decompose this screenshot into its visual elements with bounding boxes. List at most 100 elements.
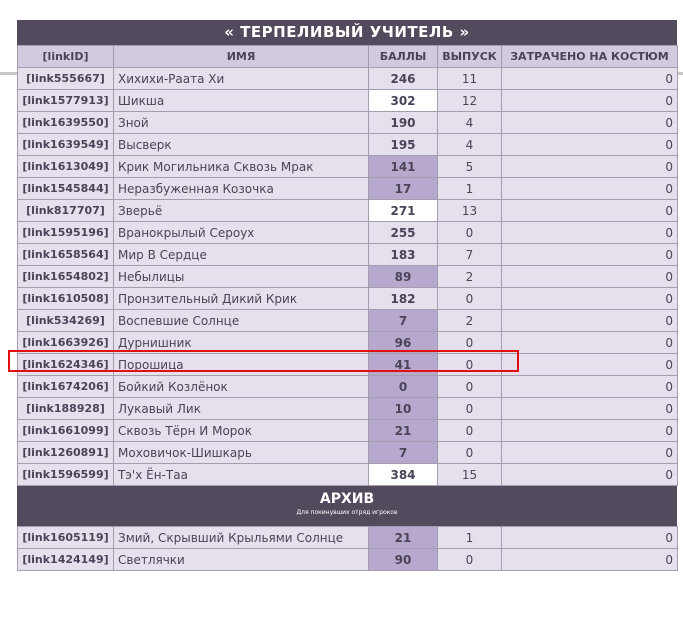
- cell-linkid[interactable]: [link1595196]: [17, 221, 114, 244]
- table-row[interactable]: [link1595196] Вранокрылый Сероух 255 0 0: [17, 221, 678, 244]
- cell-points[interactable]: 246: [368, 67, 438, 90]
- cell-release[interactable]: 0: [437, 397, 502, 420]
- cell-points[interactable]: 89: [368, 265, 438, 288]
- cell-release[interactable]: 4: [437, 133, 502, 156]
- cell-linkid[interactable]: [link1596599]: [17, 463, 114, 486]
- cell-cost[interactable]: 0: [501, 548, 678, 571]
- cell-name[interactable]: Зной: [113, 111, 369, 134]
- cell-name[interactable]: Хихихи-Раата Хи: [113, 67, 369, 90]
- cell-release[interactable]: 2: [437, 265, 502, 288]
- cell-linkid[interactable]: [link817707]: [17, 199, 114, 222]
- cell-release[interactable]: 7: [437, 243, 502, 266]
- cell-name[interactable]: Воспевшие Солнце: [113, 309, 369, 332]
- cell-release[interactable]: 0: [437, 221, 502, 244]
- table-row[interactable]: [link1596599] Тэ'х Ён-Таа 384 15 0: [17, 463, 678, 486]
- cell-release[interactable]: 0: [437, 287, 502, 310]
- cell-points[interactable]: 183: [368, 243, 438, 266]
- cell-cost[interactable]: 0: [501, 89, 678, 112]
- cell-name[interactable]: Бойкий Козлёнок: [113, 375, 369, 398]
- cell-linkid[interactable]: [link1674206]: [17, 375, 114, 398]
- table-row[interactable]: [link1674206] Бойкий Козлёнок 0 0 0: [17, 375, 678, 398]
- cell-linkid[interactable]: [link188928]: [17, 397, 114, 420]
- cell-name[interactable]: Сквозь Тёрн И Морок: [113, 419, 369, 442]
- cell-release[interactable]: 12: [437, 89, 502, 112]
- cell-linkid[interactable]: [link1639550]: [17, 111, 114, 134]
- cell-linkid[interactable]: [link1577913]: [17, 89, 114, 112]
- cell-points[interactable]: 255: [368, 221, 438, 244]
- cell-release[interactable]: 0: [437, 441, 502, 464]
- cell-name[interactable]: Мир В Сердце: [113, 243, 369, 266]
- cell-points[interactable]: 0: [368, 375, 438, 398]
- cell-cost[interactable]: 0: [501, 243, 678, 266]
- cell-linkid[interactable]: [link1658564]: [17, 243, 114, 266]
- cell-name[interactable]: Высверк: [113, 133, 369, 156]
- cell-release[interactable]: 1: [437, 177, 502, 200]
- cell-cost[interactable]: 0: [501, 309, 678, 332]
- cell-cost[interactable]: 0: [501, 265, 678, 288]
- cell-cost[interactable]: 0: [501, 133, 678, 156]
- cell-points[interactable]: 21: [368, 526, 438, 549]
- cell-points[interactable]: 195: [368, 133, 438, 156]
- cell-linkid[interactable]: [link1605119]: [17, 526, 114, 549]
- table-row[interactable]: [link1577913] Шикша 302 12 0: [17, 89, 678, 112]
- cell-linkid[interactable]: [link1639549]: [17, 133, 114, 156]
- cell-linkid[interactable]: [link534269]: [17, 309, 114, 332]
- table-row[interactable]: [link1613049] Крик Могильника Сквозь Мрак…: [17, 155, 678, 178]
- table-row[interactable]: [link188928] Лукавый Лик 10 0 0: [17, 397, 678, 420]
- table-row[interactable]: [link1605119] Змий, Скрывший Крыльями Сол…: [17, 526, 678, 549]
- cell-linkid[interactable]: [link1610508]: [17, 287, 114, 310]
- table-row[interactable]: [link534269] Воспевшие Солнце 7 2 0: [17, 309, 678, 332]
- cell-name[interactable]: Лукавый Лик: [113, 397, 369, 420]
- cell-points[interactable]: 182: [368, 287, 438, 310]
- cell-cost[interactable]: 0: [501, 419, 678, 442]
- cell-points[interactable]: 384: [368, 463, 438, 486]
- cell-name[interactable]: Вранокрылый Сероух: [113, 221, 369, 244]
- cell-points[interactable]: 10: [368, 397, 438, 420]
- table-row[interactable]: [link1424149] Светлячки 90 0 0: [17, 548, 678, 571]
- cell-cost[interactable]: 0: [501, 375, 678, 398]
- cell-release[interactable]: 5: [437, 155, 502, 178]
- cell-name[interactable]: Светлячки: [113, 548, 369, 571]
- cell-cost[interactable]: 0: [501, 397, 678, 420]
- cell-name[interactable]: Зверьё: [113, 199, 369, 222]
- table-row[interactable]: [link817707] Зверьё 271 13 0: [17, 199, 678, 222]
- cell-cost[interactable]: 0: [501, 199, 678, 222]
- cell-points[interactable]: 7: [368, 309, 438, 332]
- table-row[interactable]: [link555667] Хихихи-Раата Хи 246 11 0: [17, 67, 678, 90]
- table-row[interactable]: [link1661099] Сквозь Тёрн И Морок 21 0 0: [17, 419, 678, 442]
- cell-cost[interactable]: 0: [501, 177, 678, 200]
- cell-points[interactable]: 302: [368, 89, 438, 112]
- cell-linkid[interactable]: [link1661099]: [17, 419, 114, 442]
- cell-cost[interactable]: 0: [501, 526, 678, 549]
- cell-cost[interactable]: 0: [501, 463, 678, 486]
- cell-points[interactable]: 190: [368, 111, 438, 134]
- cell-points[interactable]: 7: [368, 441, 438, 464]
- cell-linkid[interactable]: [link1654802]: [17, 265, 114, 288]
- cell-name[interactable]: Пронзительный Дикий Крик: [113, 287, 369, 310]
- table-row[interactable]: [link1545844] Неразбуженная Козочка 17 1 0: [17, 177, 678, 200]
- cell-cost[interactable]: 0: [501, 331, 678, 354]
- cell-linkid[interactable]: [link1260891]: [17, 441, 114, 464]
- cell-name[interactable]: Крик Могильника Сквозь Мрак: [113, 155, 369, 178]
- cell-points[interactable]: 141: [368, 155, 438, 178]
- cell-cost[interactable]: 0: [501, 353, 678, 376]
- cell-name[interactable]: Тэ'х Ён-Таа: [113, 463, 369, 486]
- table-row[interactable]: [link1639550] Зной 190 4 0: [17, 111, 678, 134]
- cell-cost[interactable]: 0: [501, 155, 678, 178]
- cell-linkid[interactable]: [link1545844]: [17, 177, 114, 200]
- cell-release[interactable]: 0: [437, 548, 502, 571]
- cell-cost[interactable]: 0: [501, 287, 678, 310]
- table-row[interactable]: [link1639549] Высверк 195 4 0: [17, 133, 678, 156]
- cell-release[interactable]: 4: [437, 111, 502, 134]
- cell-release[interactable]: 0: [437, 375, 502, 398]
- cell-release[interactable]: 1: [437, 526, 502, 549]
- cell-name[interactable]: Моховичок-Шишкарь: [113, 441, 369, 464]
- cell-name[interactable]: Шикша: [113, 89, 369, 112]
- cell-release[interactable]: 13: [437, 199, 502, 222]
- cell-linkid[interactable]: [link1613049]: [17, 155, 114, 178]
- cell-points[interactable]: 21: [368, 419, 438, 442]
- cell-points[interactable]: 271: [368, 199, 438, 222]
- table-row[interactable]: [link1658564] Мир В Сердце 183 7 0: [17, 243, 678, 266]
- cell-linkid[interactable]: [link555667]: [17, 67, 114, 90]
- cell-linkid[interactable]: [link1424149]: [17, 548, 114, 571]
